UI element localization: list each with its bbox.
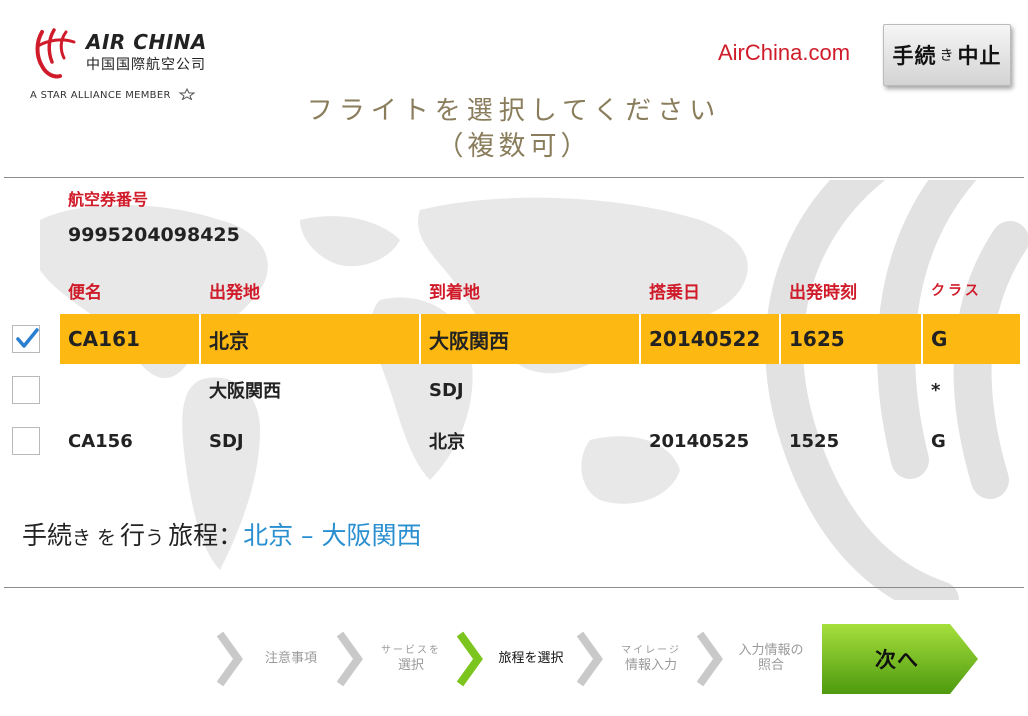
step-mileage-input: マイレージ 情報入力: [574, 628, 694, 688]
flight-date: 20140522: [641, 314, 781, 364]
brand-name-cn: 中国国際航空公司: [86, 57, 206, 73]
col-header-class: クラス: [931, 283, 982, 299]
flight-origin: SDJ: [209, 430, 244, 452]
flight-row[interactable]: CA156 SDJ 北京 20140525 1525 G: [60, 416, 1020, 466]
abort-label-tail: 中止: [957, 44, 1002, 68]
step-chevron-icon: [696, 631, 723, 687]
abort-label-small: き: [939, 48, 955, 64]
step-label-line2: 情報入力: [624, 658, 677, 673]
flight-class: *: [931, 379, 941, 401]
flight-time: [781, 365, 923, 415]
flight-destination: SDJ: [429, 379, 464, 401]
route-label-b: き: [72, 527, 92, 549]
flight-date: [641, 365, 781, 415]
col-header-origin: 出発地: [209, 283, 260, 303]
page-subtitle: （複数可）: [436, 131, 592, 162]
checkmark-icon: [16, 328, 39, 348]
step-label-line1: 旅程を選択: [498, 650, 564, 666]
flight-origin: 北京: [201, 314, 421, 364]
next-button[interactable]: 次へ: [822, 624, 980, 694]
abort-label-main: 手続: [892, 44, 937, 68]
flight-origin: 大阪関西: [209, 381, 281, 402]
flight-class: G: [931, 327, 948, 351]
step-confirm-input: 入力情報の 照合: [694, 628, 814, 688]
top-divider: [4, 177, 1024, 178]
col-header-destination: 到着地: [429, 283, 480, 303]
col-header-date: 搭乗日: [649, 283, 700, 303]
flight-date: 20140525: [649, 430, 750, 452]
col-header-flight: 便名: [68, 283, 102, 303]
brand-name: AIR CHINA: [86, 30, 207, 54]
step-chevron-icon: [456, 631, 483, 687]
step-label-line1: マイレージ: [621, 645, 681, 656]
route-label-f: 旅程：: [168, 521, 244, 550]
airchina-site-link[interactable]: AirChina.com: [718, 40, 850, 66]
step-chevron-icon: [216, 631, 243, 687]
col-header-time: 出発時刻: [789, 283, 857, 303]
phoenix-logo-icon: [35, 28, 76, 79]
progress-steps: 注意事項 サービスを選択 旅程を選択 マイレージ情報入力 入力情報の 照合: [214, 628, 814, 688]
step-select-service: サービスを 選択: [334, 628, 454, 688]
flight-row[interactable]: CA161 北京 大阪関西 20140522 1625 G: [60, 314, 1020, 364]
route-label-d: 行: [120, 521, 146, 550]
step-label-line2: 照合: [757, 658, 784, 673]
flight-checkbox-2[interactable]: [12, 376, 40, 404]
flight-checkbox-1[interactable]: [12, 325, 40, 353]
route-value: 北京 – 大阪関西: [243, 521, 422, 550]
flight-time: 1625: [781, 314, 923, 364]
flight-number: CA156: [68, 430, 133, 452]
bottom-divider: [4, 587, 1024, 588]
route-label-c: を: [97, 527, 117, 549]
page-title: フライトを選択してください: [306, 96, 722, 126]
step-label-line1: サービスを: [381, 645, 441, 656]
step-chevron-icon: [576, 631, 603, 687]
step-chevron-icon: [336, 631, 363, 687]
step-label-line1: 入力情報の: [738, 643, 804, 658]
flight-time: 1525: [789, 430, 840, 452]
ticket-number-value: 9995204098425: [68, 224, 240, 246]
step-notice: 注意事項: [214, 628, 334, 688]
flight-row[interactable]: 大阪関西 SDJ *: [60, 365, 1020, 415]
route-label-a: 手続: [22, 521, 73, 550]
step-label-line2: 選択: [397, 658, 424, 673]
next-button-label: 次へ: [875, 648, 919, 672]
flight-number: [60, 365, 201, 415]
step-label-line1: 注意事項: [264, 650, 317, 666]
route-label-e: う: [145, 527, 165, 549]
flight-number: CA161: [60, 314, 201, 364]
ticket-number-label: 航空券番号: [68, 190, 149, 209]
flight-class: G: [931, 430, 946, 452]
step-select-itinerary: 旅程を選択: [454, 628, 574, 688]
selected-route-summary: 手続きを行う 旅程：北京 – 大阪関西: [22, 516, 422, 552]
flight-checkbox-3[interactable]: [12, 427, 40, 455]
flight-destination: 北京: [429, 432, 465, 453]
flight-destination: 大阪関西: [421, 314, 641, 364]
abort-procedure-button[interactable]: 手続き中止: [883, 24, 1011, 86]
